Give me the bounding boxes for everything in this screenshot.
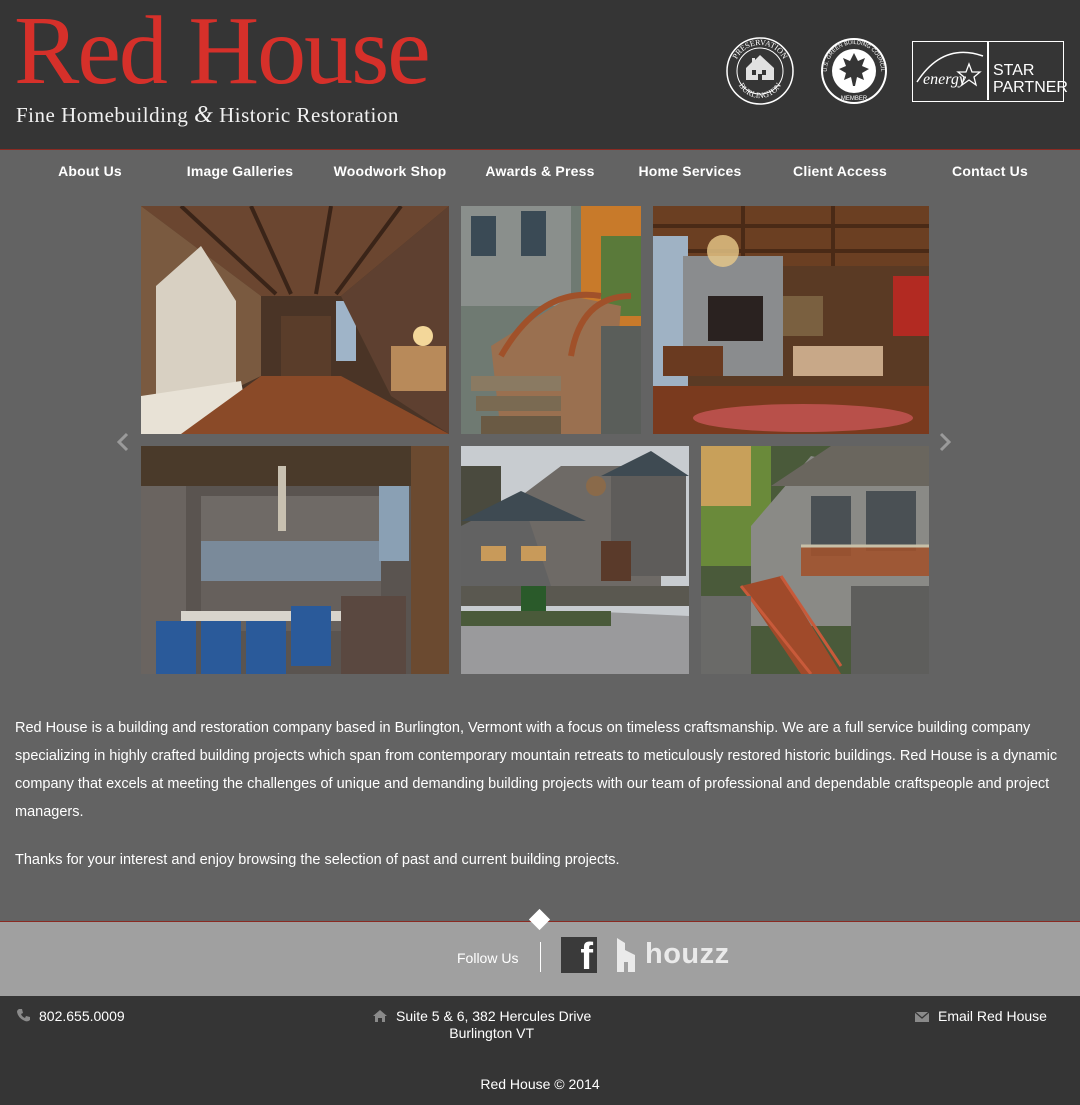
- usgbc-member-badge[interactable]: U.S. GREEN BUILDING COUNCIL MEMBER: [818, 36, 890, 111]
- energy-star-divider: [987, 42, 989, 100]
- energy-star-text: STAR PARTNER: [993, 62, 1068, 96]
- footer-email-link: Email Red House: [938, 1008, 1047, 1024]
- nav-about-us[interactable]: About Us: [15, 163, 165, 179]
- nav-woodwork-shop[interactable]: Woodwork Shop: [315, 163, 465, 179]
- footer-address-line1: Suite 5 & 6, 382 Hercules Drive: [396, 1008, 592, 1024]
- footer-copyright: Red House © 2014: [480, 1076, 600, 1092]
- intro-paragraph-2: Thanks for your interest and enjoy brows…: [15, 852, 620, 868]
- energy-star-line2: PARTNER: [993, 79, 1068, 96]
- gallery-prev-arrow-icon[interactable]: [116, 432, 130, 452]
- footer-address-line2: Burlington VT: [449, 1025, 535, 1041]
- tagline-part1: Fine Homebuilding: [16, 103, 189, 127]
- footer-email[interactable]: Email Red House: [914, 1008, 1047, 1024]
- intro-paragraph-1: Red House is a building and restoration …: [15, 720, 1058, 820]
- brand-logo-name[interactable]: Red House: [14, 2, 431, 100]
- energy-star-partner-badge[interactable]: energy STAR PARTNER: [912, 41, 1068, 102]
- nav-image-galleries[interactable]: Image Galleries: [165, 163, 315, 179]
- curved-stair-photo[interactable]: [461, 206, 641, 434]
- follow-us-label: Follow Us: [457, 950, 519, 966]
- footer-address: Suite 5 & 6, 382 Hercules Drive Burlingt…: [372, 1008, 591, 1042]
- site-footer: 802.655.0009 Suite 5 & 6, 382 Hercules D…: [0, 996, 1080, 1105]
- footer-phone[interactable]: 802.655.0009: [16, 1008, 125, 1024]
- deck-stair-exterior-photo[interactable]: [701, 446, 929, 674]
- main-navigation: About Us Image Galleries Woodwork Shop A…: [0, 151, 1080, 191]
- nav-contact-us[interactable]: Contact Us: [915, 163, 1065, 179]
- tagline-part2: Historic Restoration: [219, 103, 399, 127]
- nav-awards-press[interactable]: Awards & Press: [465, 163, 615, 179]
- follow-separator: [540, 942, 541, 972]
- svg-text:BURLINGTON: BURLINGTON: [737, 81, 783, 100]
- footer-phone-number: 802.655.0009: [39, 1008, 125, 1024]
- gallery-next-arrow-icon[interactable]: [938, 432, 952, 452]
- interior-hallway-photo[interactable]: [141, 206, 449, 434]
- tagline-ampersand: &: [194, 102, 214, 128]
- preservation-burlington-badge[interactable]: PRESERVATION BURLINGTON: [722, 36, 798, 111]
- facebook-icon[interactable]: f: [561, 936, 597, 978]
- nav-client-access[interactable]: Client Access: [765, 163, 915, 179]
- nav-home-services[interactable]: Home Services: [615, 163, 765, 179]
- great-room-photo[interactable]: [653, 206, 929, 434]
- energy-star-line1: STAR: [993, 62, 1035, 79]
- houzz-wordmark: houzz: [645, 938, 730, 970]
- site-header: Red House Fine Homebuilding & Historic R…: [0, 0, 1080, 150]
- home-icon: [373, 1010, 387, 1022]
- stone-house-exterior-photo[interactable]: [461, 446, 689, 674]
- brand-tagline: Fine Homebuilding & Historic Restoration: [16, 102, 399, 129]
- kitchen-photo[interactable]: [141, 446, 449, 674]
- intro-content: Red House is a building and restoration …: [15, 714, 1065, 894]
- facebook-letter: f: [580, 936, 593, 978]
- houzz-icon: [617, 938, 635, 972]
- phone-icon: [17, 1009, 30, 1022]
- mail-icon: [914, 1011, 930, 1022]
- svg-text:MEMBER: MEMBER: [841, 96, 868, 102]
